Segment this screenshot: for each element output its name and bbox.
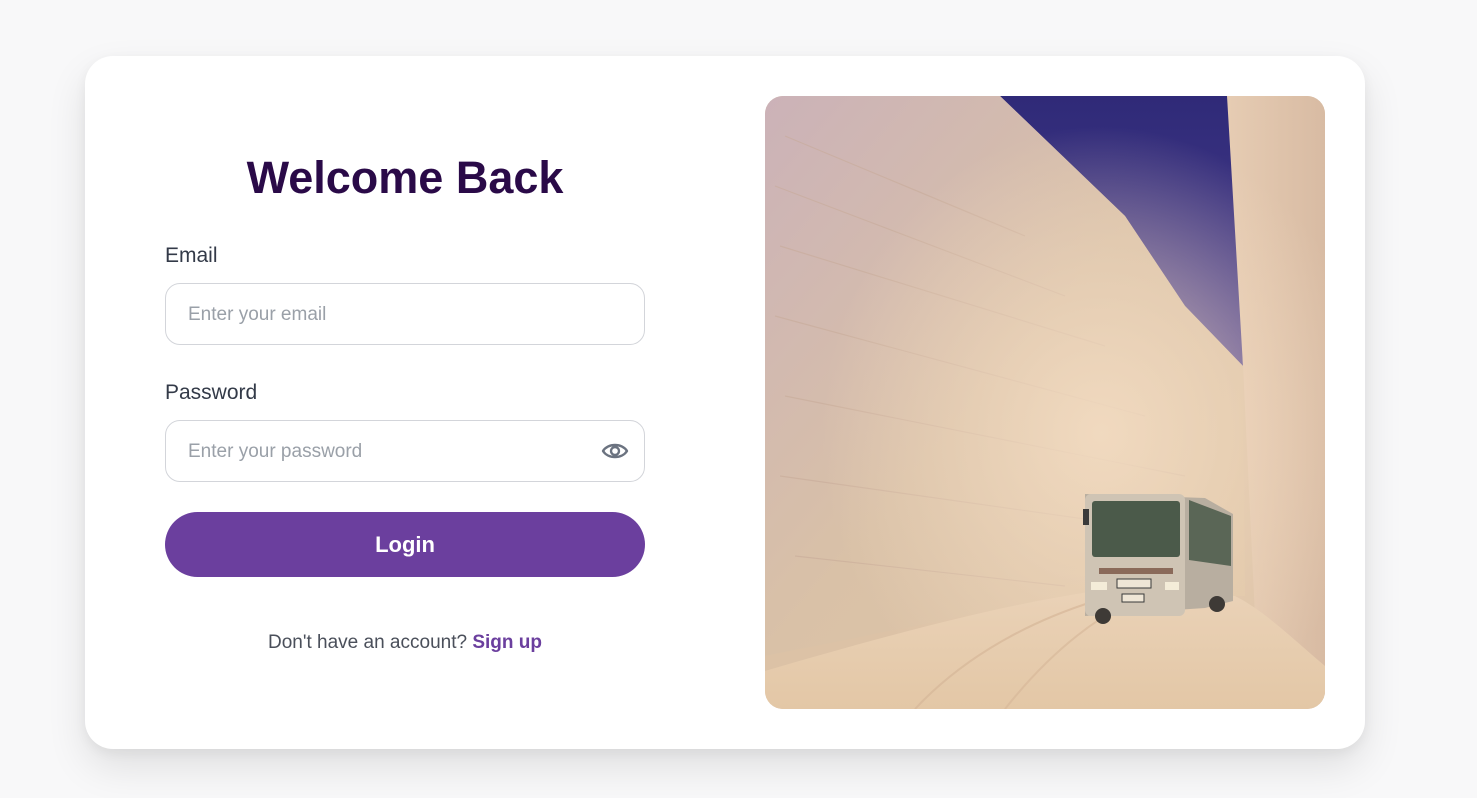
password-input[interactable] — [186, 421, 590, 483]
page-title: Welcome Back — [246, 152, 564, 203]
login-card: Welcome Back Email Password Login Don't … — [85, 56, 1365, 749]
hero-image — [765, 96, 1325, 709]
email-label: Email — [165, 244, 218, 267]
login-button[interactable]: Login — [165, 512, 645, 577]
bus — [1083, 494, 1233, 624]
password-label: Password — [165, 381, 258, 404]
password-field-wrapper — [165, 420, 645, 483]
email-input[interactable] — [186, 284, 590, 346]
eye-icon[interactable] — [600, 437, 630, 465]
snow-wall-bus-illustration — [765, 96, 1325, 709]
login-form: Welcome Back Email Password Login Don't … — [165, 56, 645, 749]
signup-row: Don't have an account? Sign up — [165, 629, 645, 657]
signup-link[interactable]: Sign up — [472, 632, 542, 653]
signup-prompt: Don't have an account? — [268, 632, 468, 653]
email-field-wrapper — [165, 283, 645, 346]
